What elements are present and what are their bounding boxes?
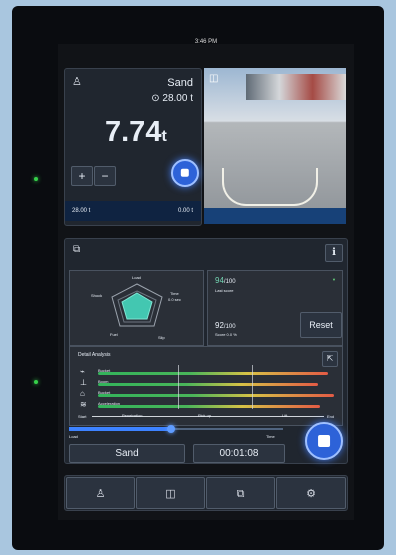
last-score-value: 94 [215, 276, 224, 285]
elapsed-time: 00:01:08 [193, 444, 285, 463]
analysis-panel: ⧉ ℹ Load Time 0.0 sec Slip Fuel Shock 94… [64, 238, 348, 464]
mode-button[interactable]: Sand [69, 444, 185, 463]
axis-end: End [327, 414, 335, 419]
marker-penetration: Penetration [122, 413, 143, 418]
status-led [34, 177, 38, 181]
bottom-navigation: ♙ ◫ ⧉ ⚙ [64, 475, 348, 511]
detail-title: Detail Analysis [78, 352, 111, 358]
current-weight: 7.74t [105, 116, 167, 149]
axis-start: Start [78, 414, 87, 419]
bucket-icon: ⌁ [80, 367, 85, 376]
time: 3:46 PM [194, 39, 218, 45]
current-score: 92/100 [215, 321, 236, 330]
nav-camera[interactable]: ◫ [136, 477, 205, 509]
radar-time: Time [170, 291, 179, 296]
settings-icon: ⚙ [306, 488, 316, 500]
expand-button[interactable]: ⇱ [322, 351, 338, 367]
camera-bumper [204, 208, 346, 224]
summary-right: 0.00 t [177, 208, 193, 214]
report-icon: ⧉ [73, 244, 81, 255]
boom-icon: ⊥ [80, 378, 87, 387]
bucket-bar [98, 372, 328, 375]
radar-fuel: Fuel [110, 332, 118, 337]
boom-bar [98, 383, 318, 386]
camera-icon: ◫ [165, 488, 176, 500]
radar-chart [111, 283, 163, 327]
nav-worker[interactable]: ♙ [66, 477, 135, 509]
decrease-button[interactable]: − [94, 166, 116, 186]
weight-summary-bar: 28.00 t 0.00 t [65, 201, 201, 221]
target-value: 28.00 t [162, 93, 193, 104]
current-score-suffix: /100 [223, 324, 236, 330]
nav-report[interactable]: ⧉ [206, 477, 275, 509]
last-score: 94/100 [215, 276, 236, 285]
progress-track[interactable] [69, 425, 283, 433]
current-weight-value: 7.74 [105, 116, 162, 148]
camera-view[interactable]: ◫ [204, 68, 346, 224]
weigh-panel: ♙ Sand ⊙ 28.00 t 7.74t + − 28.00 t 0.00 … [64, 68, 202, 226]
report-icon: ⧉ [236, 488, 245, 500]
stop-button[interactable] [305, 422, 343, 460]
guide-lines [222, 168, 318, 206]
radar-shock: Shock [91, 293, 103, 298]
radar-time-detail: 0.0 sec [168, 297, 181, 302]
current-score-value: 92 [215, 321, 224, 330]
bucket-icon: ⌂ [80, 389, 85, 398]
last-score-suffix: /100 [223, 279, 236, 285]
current-weight-unit: t [161, 128, 167, 145]
time-label: Time [266, 434, 275, 439]
acceleration-bar [98, 405, 320, 408]
marker-lift: Lift [282, 413, 288, 418]
reset-button[interactable]: Reset [300, 312, 342, 338]
current-score-label: Score 0.0 % [215, 332, 237, 337]
detail-analysis-card: Detail Analysis ⇱ ⌁ ⊥ ⌂ ≋ Bucket Boom Bu… [69, 346, 343, 426]
worker-icon: ♙ [95, 488, 106, 500]
camera-icon: ◫ [209, 73, 219, 84]
radar-chart-card: Load Time 0.0 sec Slip Fuel Shock [69, 270, 204, 346]
radar-load: Load [132, 275, 141, 280]
acceleration-icon: ≋ [80, 400, 87, 409]
marker-pick-up: Pick up [198, 413, 212, 418]
last-score-label: Last score [215, 288, 234, 293]
score-card: 94/100 Last score ▼ 92/100 Score 0.0 % R… [207, 270, 343, 346]
target-weight: ⊙ 28.00 t [151, 93, 193, 104]
score-indicator: ▼ [332, 277, 336, 282]
load-label: Load [69, 434, 78, 439]
marker-line [252, 365, 253, 409]
radar-slip: Slip [158, 335, 165, 340]
bucket-bar-2 [98, 394, 334, 397]
info-button[interactable]: ℹ [325, 244, 343, 262]
stop-button[interactable] [171, 159, 199, 187]
material-name: Sand [167, 77, 193, 89]
worker-icon: ♙ [72, 76, 82, 88]
building-scene [246, 74, 346, 100]
increase-button[interactable]: + [71, 166, 93, 186]
screen: 3:46 PM ♙ Sand ⊙ 28.00 t 7.74t + − 28.00… [58, 39, 354, 520]
status-led [34, 380, 38, 384]
marker-line [178, 365, 179, 409]
nav-settings[interactable]: ⚙ [276, 477, 346, 509]
summary-left: 28.00 t [72, 208, 91, 214]
